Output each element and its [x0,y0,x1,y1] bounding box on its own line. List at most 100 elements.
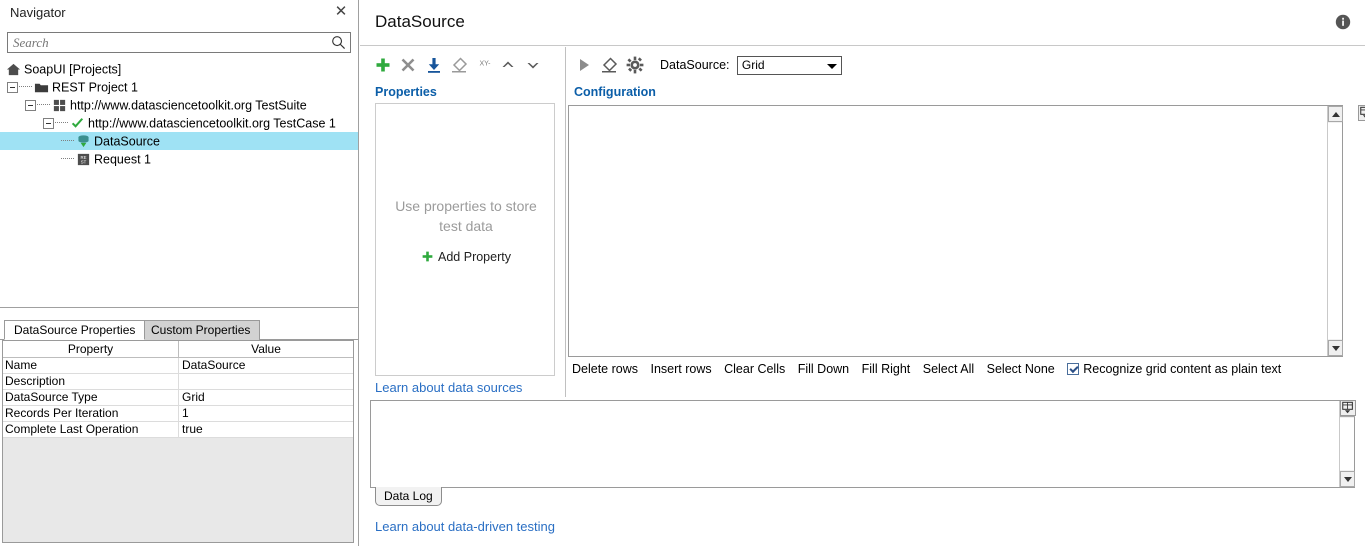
recognize-plain-text-label: Recognize grid content as plain text [1083,362,1282,376]
tab-data-log[interactable]: Data Log [375,487,442,506]
datasource-grid[interactable] [568,105,1343,357]
cell-property: Records Per Iteration [3,406,179,421]
select-none-button[interactable]: Select None [987,362,1055,376]
chevron-down-icon [826,63,837,69]
run-icon[interactable] [574,55,596,75]
tab-custom-properties[interactable]: Custom Properties [141,320,261,340]
testsuite-icon [52,98,67,113]
table-row[interactable]: DataSource Type Grid [3,390,353,406]
table-row[interactable]: Description [3,374,353,390]
tab-datasource-properties[interactable]: DataSource Properties [4,320,146,340]
table-row[interactable]: Complete Last Operation true [3,422,353,438]
select-all-button[interactable]: Select All [923,362,974,376]
editor-area: DataSource XY- Properties Use properties… [360,0,1365,546]
tree-item-testsuite[interactable]: http://www.datasciencetoolkit.org TestSu… [0,96,358,114]
properties-empty-box: Use properties to store test data Add Pr… [375,103,555,376]
recognize-plain-text-checkbox[interactable] [1067,363,1080,375]
tree-item-label: SoapUI [Projects] [24,62,122,77]
learn-about-data-sources-link[interactable]: Learn about data sources [375,380,522,395]
tree-connector [55,121,68,123]
tree-item-datasource[interactable]: DataSource [0,132,358,150]
remove-property-icon[interactable] [398,55,420,75]
data-log-section: Data Log Learn about data-driven testing [370,400,1365,546]
column-header-value: Value [179,341,353,357]
add-property-button[interactable]: Add Property [376,250,556,264]
scroll-up-button[interactable] [1328,106,1343,122]
table-row[interactable]: Records Per Iteration 1 [3,406,353,422]
properties-table: Property Value Name DataSource Descripti… [2,340,354,543]
move-up-icon[interactable] [498,55,520,75]
svg-text:ST: ST [81,160,87,165]
datasource-type-label: DataSource: [660,58,730,72]
page-title: DataSource [375,12,465,31]
scrollbar-track[interactable] [1328,123,1342,339]
delete-rows-button[interactable]: Delete rows [572,362,638,376]
empty-line-1: Use properties to store [395,198,537,214]
cell-property: DataSource Type [3,390,179,405]
xy-toggle-icon[interactable]: XY- [474,55,494,75]
svg-text:XY-: XY- [480,61,492,68]
clear-icon[interactable] [599,55,621,75]
tree-item-label: DataSource [94,134,161,149]
datasource-type-value: Grid [741,57,765,72]
info-icon[interactable] [1335,14,1351,30]
grid-actions-toolbar: Delete rows Insert rows Clear Cells Fill… [572,362,1281,376]
scrollbar-track[interactable] [1340,418,1354,470]
tree-item-testcase-1[interactable]: http://www.datasciencetoolkit.org TestCa… [0,114,358,132]
settings-gear-icon[interactable] [625,55,647,75]
left-column: Navigator ✕ SoapUI [Projects] [0,0,359,546]
properties-section-label: Properties [375,85,437,99]
soapui-window: Navigator ✕ SoapUI [Projects] [0,0,1365,546]
editor-title-bar: DataSource [360,0,1365,46]
cell-value[interactable]: Grid [179,390,353,405]
clear-properties-icon[interactable] [449,55,471,75]
table-empty-area [3,438,353,542]
tree-item-soapui-projects[interactable]: SoapUI [Projects] [0,60,358,78]
project-tree: SoapUI [Projects] REST Project 1 http://… [0,60,358,168]
configuration-toolbar: DataSource: Grid [574,55,842,77]
close-icon[interactable]: ✕ [332,3,350,21]
add-property-label: Add Property [438,250,511,264]
grid-vertical-scrollbar[interactable] [1327,106,1343,356]
datasource-icon [76,134,91,149]
navigator-panel: Navigator ✕ SoapUI [Projects] [0,0,358,308]
grid-expand-icon[interactable] [1340,400,1356,416]
tree-item-rest-project-1[interactable]: REST Project 1 [0,78,358,96]
scroll-down-button[interactable] [1340,471,1355,487]
tree-connector [19,85,32,87]
folder-icon [34,80,49,95]
grid-expand-icon[interactable] [1358,105,1365,121]
search-input[interactable] [11,33,321,52]
tree-twisty-toggle[interactable] [7,82,18,94]
table-row[interactable]: Name DataSource [3,358,353,374]
tree-connector [61,139,74,141]
fill-right-button[interactable]: Fill Right [862,362,911,376]
properties-tabstrip: DataSource Properties Custom Properties [0,320,358,340]
load-properties-icon[interactable] [424,55,446,75]
table-header-row: Property Value [3,341,353,358]
move-down-icon[interactable] [523,55,545,75]
cell-property: Complete Last Operation [3,422,179,437]
datasource-properties-panel: DataSource Properties Custom Properties … [0,309,358,546]
tree-twisty-toggle[interactable] [25,100,36,112]
learn-about-data-driven-testing-link[interactable]: Learn about data-driven testing [375,519,555,534]
search-field-wrapper[interactable] [7,32,351,53]
column-header-property: Property [3,341,179,357]
cell-property: Name [3,358,179,373]
insert-rows-button[interactable]: Insert rows [650,362,711,376]
empty-line-2: test data [439,218,493,234]
tree-twisty-toggle[interactable] [43,118,54,130]
data-log-box[interactable] [370,400,1355,488]
fill-down-button[interactable]: Fill Down [798,362,849,376]
properties-section: XY- Properties Use properties to store t… [370,47,570,397]
clear-cells-button[interactable]: Clear Cells [724,362,785,376]
datasource-type-select[interactable]: Grid [736,55,842,75]
cell-value[interactable]: true [179,422,353,437]
scroll-down-button[interactable] [1328,340,1343,356]
tree-item-label: Request 1 [94,152,151,167]
cell-value[interactable]: DataSource [179,358,353,373]
tree-item-request-1[interactable]: RE ST Request 1 [0,150,358,168]
cell-value[interactable] [179,374,353,389]
cell-value[interactable]: 1 [179,406,353,421]
add-property-icon[interactable] [373,55,395,75]
